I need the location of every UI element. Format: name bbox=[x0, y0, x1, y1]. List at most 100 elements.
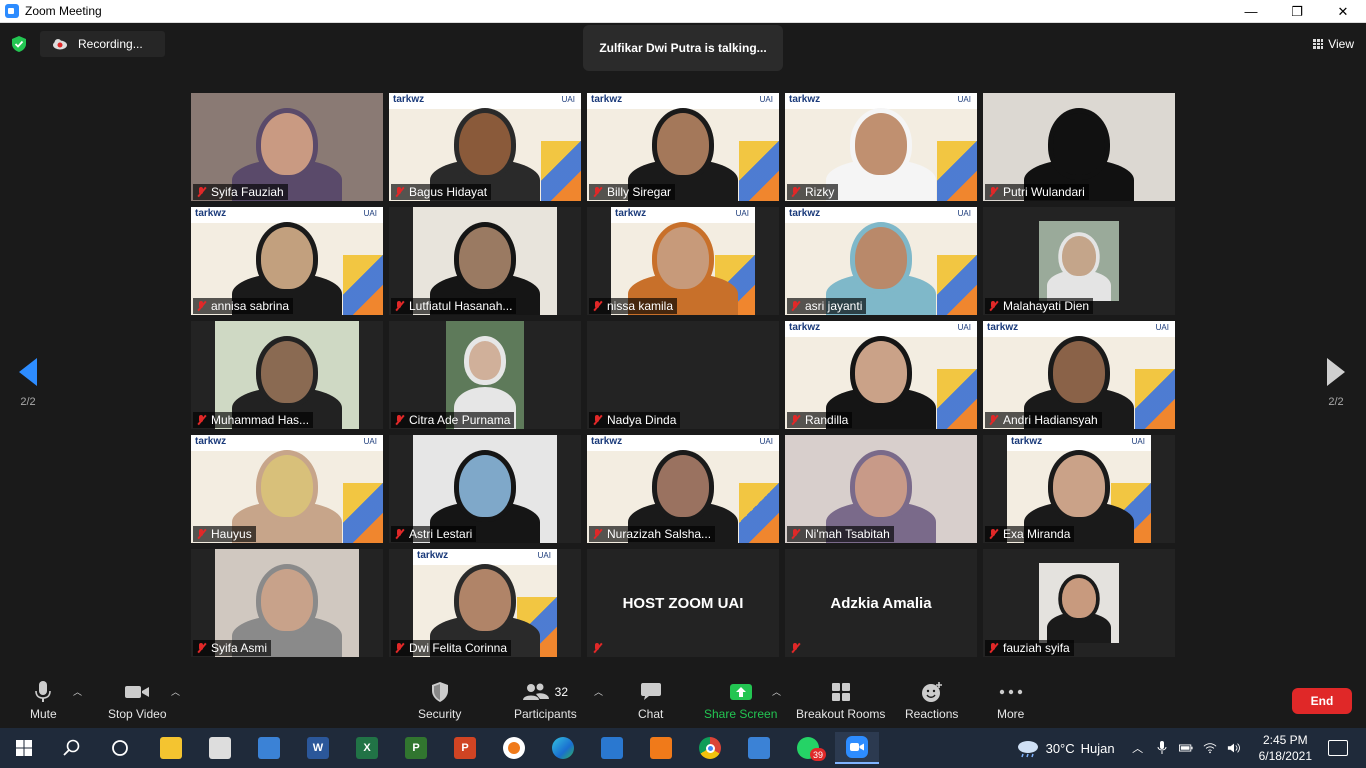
participant-tile[interactable]: tarkwz UAI asri jayanti bbox=[785, 207, 977, 315]
participant-video bbox=[1039, 563, 1119, 643]
person-face bbox=[855, 455, 907, 518]
brand-banner: tarkwz UAI bbox=[785, 93, 977, 109]
next-page-button[interactable]: 2/2 bbox=[1316, 358, 1356, 408]
microphone-tray-icon[interactable] bbox=[1155, 741, 1169, 755]
cloud-record-icon bbox=[53, 39, 67, 50]
participants-label: Participants bbox=[514, 707, 577, 721]
participant-name-label: Rizky bbox=[787, 184, 839, 200]
notification-center-icon[interactable] bbox=[1328, 740, 1348, 756]
taskbar-task-view[interactable] bbox=[98, 732, 142, 764]
participant-tile[interactable]: tarkwz UAI nissa kamila bbox=[587, 207, 779, 315]
taskbar-movies[interactable] bbox=[590, 732, 634, 764]
taskbar-clock[interactable]: 2:45 PM 6/18/2021 bbox=[1259, 732, 1312, 764]
participant-tile[interactable]: HOST ZOOM UAI bbox=[587, 549, 779, 657]
mute-button[interactable]: Mute bbox=[30, 679, 57, 725]
participant-tile[interactable]: Malahayati Dien bbox=[983, 207, 1175, 315]
muted-mic-icon bbox=[789, 300, 801, 312]
participant-tile[interactable]: tarkwz UAI Billy Siregar bbox=[587, 93, 779, 201]
participant-name-label: asri jayanti bbox=[787, 298, 867, 314]
chevron-up-icon[interactable]: ︿ bbox=[1131, 741, 1145, 755]
wifi-icon[interactable] bbox=[1203, 741, 1217, 755]
share-screen-button[interactable]: Share Screen bbox=[704, 679, 777, 725]
participant-name: Syifa Asmi bbox=[211, 641, 268, 655]
taskbar-start[interactable] bbox=[2, 732, 46, 764]
muted-mic-icon bbox=[393, 186, 405, 198]
participant-name: asri jayanti bbox=[805, 299, 863, 313]
stop-video-button[interactable]: Stop Video bbox=[108, 679, 167, 725]
video-options-caret[interactable]: ︿ bbox=[171, 685, 181, 697]
taskbar-avast[interactable] bbox=[492, 732, 536, 764]
taskbar-word[interactable]: W bbox=[296, 732, 340, 764]
participant-tile[interactable]: tarkwz UAI Randilla bbox=[785, 321, 977, 429]
participant-tile[interactable]: Putri Wulandari bbox=[983, 93, 1175, 201]
participant-tile[interactable]: Muhammad Has... bbox=[191, 321, 383, 429]
participants-options-caret[interactable]: ︿ bbox=[594, 685, 604, 697]
shield-check-icon[interactable] bbox=[10, 35, 28, 53]
more-button[interactable]: More bbox=[997, 679, 1024, 725]
participant-tile[interactable]: Ni'mah Tsabitah bbox=[785, 435, 977, 543]
mail-icon bbox=[258, 737, 280, 759]
participant-name: Hauyus bbox=[211, 527, 252, 541]
taskbar-mail[interactable] bbox=[247, 732, 291, 764]
avast-icon bbox=[503, 737, 525, 759]
volume-icon[interactable] bbox=[1227, 741, 1241, 755]
weather-temp: 30°C bbox=[1045, 740, 1075, 756]
meeting-area: Recording... Zulfikar Dwi Putra is talki… bbox=[0, 23, 1366, 675]
person-face bbox=[1053, 455, 1105, 518]
participant-tile[interactable]: tarkwz UAI Bagus Hidayat bbox=[389, 93, 581, 201]
chat-button[interactable]: Chat bbox=[638, 679, 663, 725]
taskbar-file-explorer[interactable] bbox=[149, 732, 193, 764]
view-button[interactable]: View bbox=[1313, 33, 1354, 55]
reactions-button[interactable]: Reactions bbox=[905, 679, 958, 725]
taskbar-zoom[interactable] bbox=[835, 732, 879, 764]
maximize-button[interactable]: ❐ bbox=[1274, 0, 1320, 23]
muted-mic-icon bbox=[393, 414, 405, 426]
end-meeting-button[interactable]: End bbox=[1292, 688, 1352, 714]
minimize-button[interactable]: — bbox=[1228, 0, 1274, 23]
participant-tile[interactable]: tarkwz UAI Dwi Felita Corinna bbox=[389, 549, 581, 657]
participant-name: Bagus Hidayat bbox=[409, 185, 488, 199]
participant-tile[interactable]: tarkwz UAI Nurazizah Salsha... bbox=[587, 435, 779, 543]
recording-indicator[interactable]: Recording... bbox=[40, 31, 165, 57]
participant-name: Nadya Dinda bbox=[607, 413, 677, 427]
battery-icon[interactable] bbox=[1178, 741, 1193, 755]
taskbar-photos[interactable] bbox=[737, 732, 781, 764]
taskbar-whatsapp[interactable]: 39 bbox=[786, 732, 830, 764]
close-button[interactable]: ✕ bbox=[1320, 0, 1366, 23]
taskbar-store[interactable] bbox=[198, 732, 242, 764]
muted-mic-icon bbox=[591, 186, 603, 198]
participant-tile[interactable]: Nadya Dinda bbox=[587, 321, 779, 429]
taskbar-search[interactable] bbox=[50, 732, 94, 764]
participant-tile[interactable]: Syifa Asmi bbox=[191, 549, 383, 657]
participant-tile[interactable]: Lutfiatul Hasanah... bbox=[389, 207, 581, 315]
previous-page-button[interactable]: 2/2 bbox=[8, 358, 48, 408]
participant-tile[interactable]: Citra Ade Purnama bbox=[389, 321, 581, 429]
participant-tile[interactable]: Astri Lestari bbox=[389, 435, 581, 543]
taskbar-project[interactable]: P bbox=[394, 732, 438, 764]
participant-tile[interactable]: fauziah syifa bbox=[983, 549, 1175, 657]
muted-mic-icon bbox=[195, 186, 207, 198]
taskbar-media-player[interactable] bbox=[639, 732, 683, 764]
taskbar-powerpoint[interactable]: P bbox=[443, 732, 487, 764]
participant-tile[interactable]: tarkwz UAI Andri Hadiansyah bbox=[983, 321, 1175, 429]
brand-banner: tarkwz UAI bbox=[785, 207, 977, 223]
taskbar-excel[interactable]: X bbox=[345, 732, 389, 764]
participant-tile[interactable]: tarkwz UAI Exa Miranda bbox=[983, 435, 1175, 543]
breakout-rooms-button[interactable]: Breakout Rooms bbox=[796, 679, 885, 725]
participants-button[interactable]: 32 Participants bbox=[514, 679, 577, 725]
share-options-caret[interactable]: ︿ bbox=[772, 685, 782, 697]
taskbar-chrome[interactable] bbox=[688, 732, 732, 764]
participant-tile[interactable]: Syifa Fauziah bbox=[191, 93, 383, 201]
participant-tile[interactable]: tarkwz UAI Hauyus bbox=[191, 435, 383, 543]
participant-tile[interactable]: tarkwz UAI Rizky bbox=[785, 93, 977, 201]
person-face bbox=[855, 113, 907, 176]
participant-tile[interactable]: tarkwz UAI annisa sabrina bbox=[191, 207, 383, 315]
participant-tile[interactable]: Adzkia Amalia bbox=[785, 549, 977, 657]
person-face bbox=[459, 455, 511, 518]
brand-logo-text: tarkwz bbox=[591, 94, 623, 105]
taskbar-edge[interactable] bbox=[541, 732, 585, 764]
audio-options-caret[interactable]: ︿ bbox=[73, 685, 83, 697]
weather-widget[interactable]: 30°C Hujan bbox=[1016, 738, 1115, 758]
security-button[interactable]: Security bbox=[418, 679, 461, 725]
muted-mic-icon bbox=[195, 642, 207, 654]
